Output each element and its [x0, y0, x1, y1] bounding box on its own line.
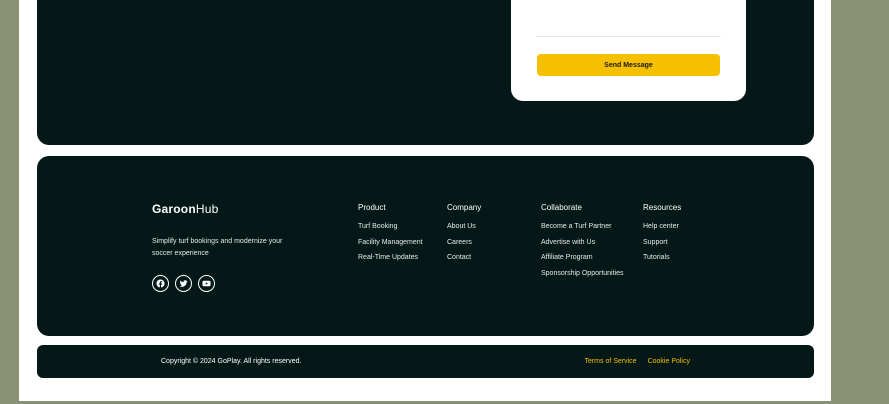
link-turf-booking[interactable]: Turf Booking [358, 223, 423, 239]
link-facility-management[interactable]: Facility Management [358, 239, 423, 255]
footer-column-product: Product Turf Booking Facility Management… [358, 203, 423, 270]
message-field-underline[interactable] [536, 36, 721, 37]
link-support[interactable]: Support [643, 239, 681, 255]
footer-column-resources: Resources Help center Support Tutorials [643, 203, 681, 270]
column-title-collaborate: Collaborate [541, 203, 582, 212]
link-help-center[interactable]: Help center [643, 223, 681, 239]
link-careers[interactable]: Careers [447, 239, 481, 255]
facebook-icon [156, 279, 165, 288]
link-real-time-updates[interactable]: Real-Time Updates [358, 254, 423, 270]
link-contact[interactable]: Contact [447, 254, 481, 270]
link-tutorials[interactable]: Tutorials [643, 254, 681, 270]
link-advertise-with-us[interactable]: Advertise with Us [541, 239, 624, 255]
footer-column-company: Company About Us Careers Contact [447, 203, 481, 270]
youtube-link[interactable] [198, 275, 215, 292]
contact-section: Send Message [37, 0, 814, 145]
footer-tagline: Simplify turf bookings and modernize you… [152, 238, 283, 257]
terms-of-service-link[interactable]: Terms of Service [584, 358, 636, 365]
facebook-link[interactable] [152, 275, 169, 292]
column-title-resources: Resources [643, 203, 682, 212]
footer: GaroonHub Simplify turf bookings and mod… [37, 156, 814, 336]
column-title-company: Company [447, 203, 482, 212]
link-sponsorship-opportunities[interactable]: Sponsorship Opportunities [541, 270, 624, 286]
link-become-turf-partner[interactable]: Become a Turf Partner [541, 223, 624, 239]
footer-bottom-bar: Copyright © 2024 GoPlay. All rights rese… [37, 345, 814, 378]
send-message-button[interactable]: Send Message [537, 54, 720, 76]
footer-column-collaborate: Collaborate Become a Turf Partner Advert… [541, 203, 624, 285]
contact-form-card: Send Message [511, 0, 746, 101]
brand-logo[interactable]: GaroonHub [152, 202, 219, 216]
youtube-icon [202, 280, 211, 287]
legal-links: Terms of Service Cookie Policy [584, 358, 690, 365]
column-title-product: Product [358, 203, 386, 212]
twitter-link[interactable] [175, 275, 192, 292]
copyright-text: Copyright © 2024 GoPlay. All rights rese… [161, 358, 302, 365]
twitter-icon [179, 280, 188, 287]
cookie-policy-link[interactable]: Cookie Policy [648, 358, 690, 365]
link-about-us[interactable]: About Us [447, 223, 481, 239]
logo-light-text: Hub [195, 202, 219, 216]
link-affiliate-program[interactable]: Affiliate Program [541, 254, 624, 270]
logo-bold-text: Garoon [152, 202, 196, 216]
social-links [152, 275, 215, 292]
